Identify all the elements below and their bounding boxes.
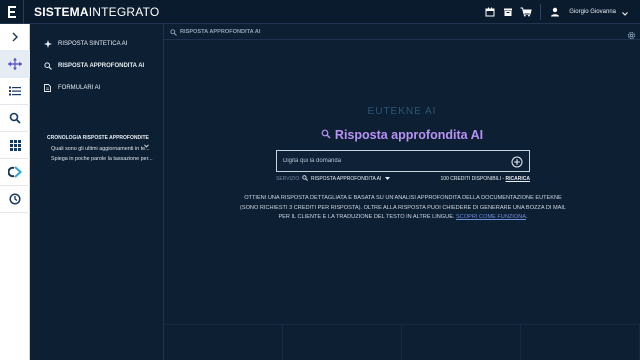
archive-icon[interactable] <box>500 4 516 20</box>
user-name[interactable]: Giorgio Giovanna <box>569 9 616 15</box>
service-row: SERVIZIO: RISPOSTA APPROFONDITA AI 100 C… <box>276 175 530 185</box>
chevron-right-icon <box>12 32 18 42</box>
calendar-icon[interactable] <box>482 4 498 20</box>
main-area: RISPOSTA APPROFONDITA AI EUTEKNE AI Risp… <box>164 24 640 360</box>
question-box <box>276 150 530 172</box>
chevron-down-icon[interactable] <box>622 3 628 21</box>
history-item[interactable]: Spiega in poche parole la tassazione per… <box>51 156 153 162</box>
service-label: SERVIZIO: <box>276 176 301 182</box>
main-header: RISPOSTA APPROFONDITA AI <box>164 24 640 40</box>
list-icon <box>9 86 21 96</box>
rail-item-ck[interactable] <box>0 159 30 186</box>
bottom-dividers <box>164 324 640 360</box>
description: OTTIENI UNA RISPOSTA DETTAGLIATA E BASAT… <box>236 194 570 223</box>
credits-text: 100 CREDITI DISPONIBILI - <box>440 176 506 182</box>
search-icon <box>302 175 308 183</box>
rail-item-search[interactable] <box>0 105 30 132</box>
service-select[interactable]: RISPOSTA APPROFONDITA AI <box>302 175 391 183</box>
icon-rail <box>0 24 30 360</box>
divider <box>521 325 640 360</box>
credits-info: 100 CREDITI DISPONIBILI - RICARICA <box>441 176 530 182</box>
chevron-down-icon <box>385 176 391 182</box>
service-value: RISPOSTA APPROFONDITA AI <box>311 176 382 182</box>
side-item-label: RISPOSTA APPROFONDITA AI <box>58 63 145 69</box>
side-item-formulari[interactable]: FORMULARI AI <box>44 84 100 92</box>
brand-part2: INTEGRATO <box>88 4 160 19</box>
document-icon <box>44 84 54 92</box>
page-title-text: Risposta approfondita AI <box>334 128 484 142</box>
breadcrumb: RISPOSTA APPROFONDITA AI <box>180 28 261 35</box>
brand-part1: SISTEMA <box>34 4 89 19</box>
search-icon <box>9 112 21 124</box>
clock-icon <box>9 193 21 205</box>
arrows-move-icon <box>8 58 22 70</box>
plus-circle-icon[interactable] <box>511 155 523 173</box>
app-logo-icon[interactable] <box>0 0 24 24</box>
expand-rail-button[interactable] <box>0 24 30 51</box>
history-title: CRONOLOGIA RISPOSTE APPROFONDITE <box>47 135 149 141</box>
top-bar: SISTEMAINTEGRATO Giorgio Giovanna <box>0 0 640 24</box>
brand-title: SISTEMAINTEGRATO <box>34 5 159 19</box>
recharge-link[interactable]: RICARICA <box>506 176 530 182</box>
page-title: Risposta approfondita AI <box>164 126 640 144</box>
topbar-divider <box>540 4 542 20</box>
question-input[interactable] <box>283 155 503 167</box>
rail-item-ai[interactable] <box>0 51 30 78</box>
side-item-label: FORMULARI AI <box>58 85 101 91</box>
divider <box>164 325 283 360</box>
side-panel: RISPOSTA SINTETICA AI RISPOSTA APPROFOND… <box>30 24 164 360</box>
learn-more-link[interactable]: SCOPRI COME FUNZIONA <box>456 214 526 220</box>
side-item-label: RISPOSTA SINTETICA AI <box>58 41 128 47</box>
sparkle-icon <box>44 40 54 48</box>
eutekne-ai-title: EUTEKNE AI <box>367 106 437 117</box>
gear-icon[interactable] <box>627 27 636 45</box>
history-item[interactable]: Quali sono gli ultimi aggiornamenti in t… <box>51 146 150 152</box>
search-icon <box>170 23 177 41</box>
search-icon <box>321 126 331 144</box>
grid-icon <box>9 139 21 151</box>
side-item-risposta-sintetica[interactable]: RISPOSTA SINTETICA AI <box>44 40 127 48</box>
search-icon <box>44 62 54 70</box>
cart-icon[interactable] <box>518 4 534 20</box>
ck-logo-icon <box>8 166 22 178</box>
description-end: . <box>525 214 528 220</box>
side-item-risposta-approfondita[interactable]: RISPOSTA APPROFONDITA AI <box>44 62 144 70</box>
divider <box>402 325 521 360</box>
user-icon[interactable] <box>547 4 563 20</box>
divider <box>283 325 402 360</box>
rail-item-history[interactable] <box>0 186 30 213</box>
rail-item-apps[interactable] <box>0 132 30 159</box>
rail-item-list[interactable] <box>0 78 30 105</box>
